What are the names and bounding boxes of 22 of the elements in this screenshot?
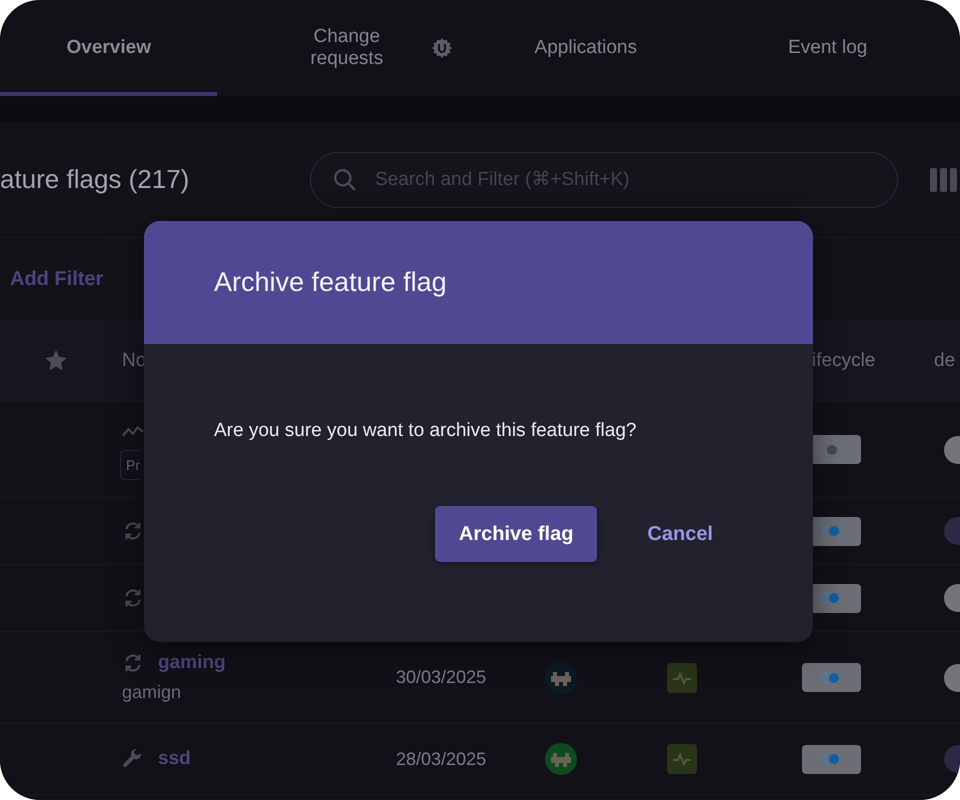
cancel-button[interactable]: Cancel [627, 506, 733, 562]
page-title: ature flags (217) [0, 164, 190, 195]
tab[interactable]: Event log [772, 37, 883, 59]
project-tag: Pr [120, 450, 141, 480]
tab[interactable]: Change requests [302, 26, 392, 70]
column-header[interactable]: de [924, 350, 960, 372]
lifecycle-badge [802, 663, 861, 692]
star-icon [44, 349, 68, 373]
search-icon [332, 166, 358, 192]
created-date: 28/03/2025 [396, 748, 488, 770]
dialog-title: Archive feature flag [214, 267, 447, 298]
lifecycle-badge [802, 744, 861, 774]
pulse-icon [667, 744, 697, 774]
created-date: 30/03/2025 [396, 667, 488, 688]
tab[interactable]: Applications [530, 37, 641, 59]
columns-icon [930, 168, 960, 192]
flag-description: gamign [122, 682, 182, 703]
tab[interactable]: Overview [66, 37, 151, 59]
pulse-icon [667, 662, 697, 692]
dialog-message: Are you sure you want to archive this feature flag? [214, 420, 638, 442]
archive-button[interactable]: Archive flag [434, 506, 598, 562]
wrench-icon [122, 748, 144, 770]
